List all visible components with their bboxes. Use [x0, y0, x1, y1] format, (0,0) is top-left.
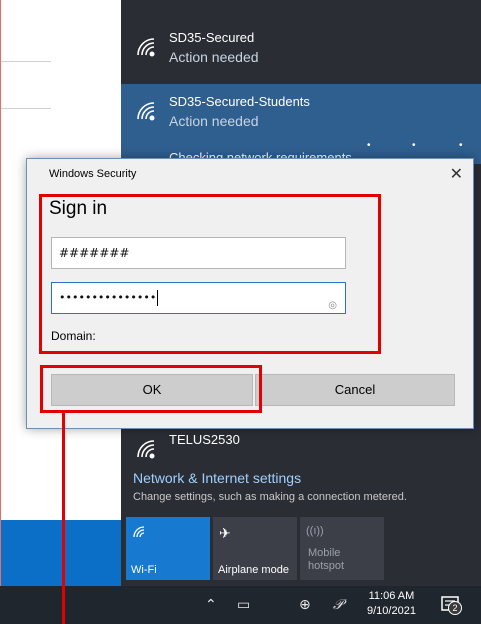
mobile-hotspot-label-line1: Mobile — [308, 547, 341, 559]
wifi-secured-icon — [137, 102, 155, 121]
progress-dots: • — [367, 140, 371, 151]
airplane-mode-toggle[interactable]: ✈ Airplane mode — [213, 517, 297, 580]
clock-time: 11:06 AM — [368, 590, 415, 602]
mobile-hotspot-label: Mobile hotspot — [308, 547, 344, 573]
network-status: Action needed — [169, 113, 259, 129]
wifi-icon — [132, 525, 146, 542]
cancel-button[interactable]: Cancel — [255, 374, 455, 406]
chevron-up-icon[interactable]: ⌃ — [205, 596, 217, 613]
notification-count-badge: 2 — [448, 601, 462, 615]
globe-network-icon[interactable]: ⊕ — [299, 596, 311, 613]
annotation-box-sign-in — [39, 194, 381, 354]
network-name: SD35-Secured — [169, 30, 255, 45]
network-item-telus2530[interactable]: TELUS2530 — [121, 428, 481, 464]
battery-icon[interactable]: ▭ — [237, 596, 250, 613]
airplane-mode-label: Airplane mode — [218, 564, 289, 576]
annotation-box-ok — [40, 365, 262, 413]
taskbar-clock[interactable]: 11:06 AM 9/10/2021 — [367, 589, 416, 619]
network-settings-subtitle: Change settings, such as making a connec… — [133, 491, 407, 503]
close-icon[interactable]: ✕ — [450, 164, 463, 184]
dialog-title: Windows Security — [49, 168, 137, 180]
mobile-hotspot-label-line2: hotspot — [308, 560, 345, 572]
annotation-arrow-line — [62, 413, 65, 624]
progress-dots: • — [412, 140, 416, 151]
divider — [1, 108, 51, 109]
airplane-icon: ✈ — [219, 525, 231, 541]
wifi-secured-icon — [137, 38, 155, 57]
pen-icon[interactable]: 𝒫 — [333, 596, 343, 613]
clock-date: 9/10/2021 — [367, 605, 416, 617]
hotspot-icon: ((ı)) — [306, 525, 324, 537]
mobile-hotspot-toggle[interactable]: ((ı)) Mobile hotspot — [300, 517, 384, 580]
network-name: SD35-Secured-Students — [169, 94, 310, 109]
wifi-toggle-label: Wi-Fi — [131, 564, 157, 576]
wifi-secured-icon — [137, 440, 155, 459]
network-item-sd35-secured[interactable]: SD35-Secured Action needed — [121, 20, 481, 76]
network-status: Action needed — [169, 49, 259, 65]
divider — [1, 61, 51, 62]
network-item-sd35-secured-students[interactable]: SD35-Secured-Students Action needed Chec… — [121, 84, 481, 165]
network-name: TELUS2530 — [169, 432, 240, 447]
wifi-toggle[interactable]: Wi-Fi — [126, 517, 210, 580]
taskbar: ⌃ ▭ ⊕ 𝒫 11:06 AM 9/10/2021 2 — [0, 586, 481, 624]
network-settings-link[interactable]: Network & Internet settings — [133, 470, 301, 486]
progress-dots: • — [459, 140, 463, 151]
